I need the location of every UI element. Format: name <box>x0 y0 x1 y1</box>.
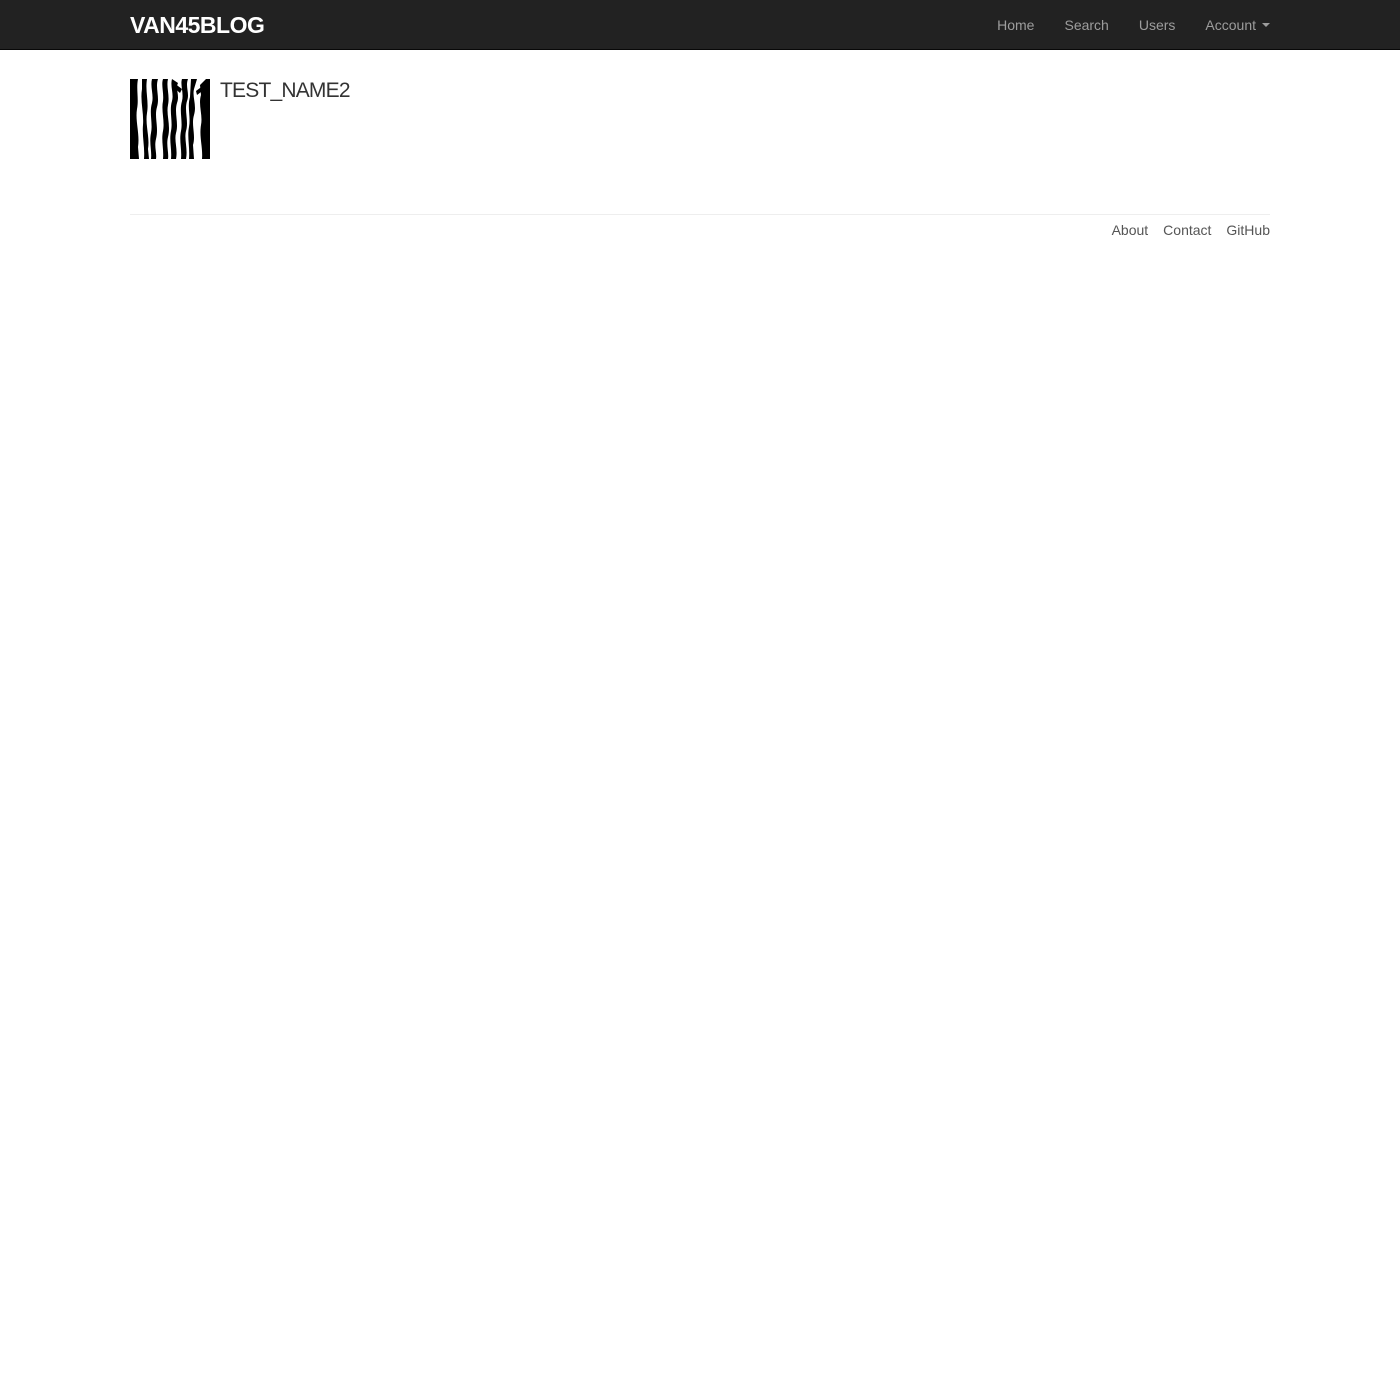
navbar-container: VAN45BLOG Home Search Users Account <box>130 0 1270 50</box>
nav-item-label: Home <box>997 17 1035 33</box>
footer-link-contact[interactable]: Contact <box>1163 222 1211 238</box>
profile-username: TEST_NAME2 <box>220 79 351 102</box>
nav-item-home[interactable]: Home <box>982 0 1049 50</box>
main-container: TEST_NAME2 About Contact GitHub <box>130 79 1270 238</box>
brand-link[interactable]: VAN45BLOG <box>130 0 265 50</box>
nav-menu: Home Search Users Account <box>982 0 1270 50</box>
nav-item-label: Search <box>1064 17 1109 33</box>
nav-item-users[interactable]: Users <box>1124 0 1191 50</box>
footer: About Contact GitHub <box>130 214 1270 238</box>
nav-item-label: Account <box>1205 17 1256 33</box>
footer-link-github[interactable]: GitHub <box>1226 222 1270 238</box>
nav-item-account-dropdown[interactable]: Account <box>1190 0 1270 50</box>
avatar <box>130 79 210 159</box>
nav-item-search[interactable]: Search <box>1049 0 1123 50</box>
nav-item-label: Users <box>1138 17 1176 33</box>
user-profile: TEST_NAME2 <box>130 79 1270 159</box>
footer-link-about[interactable]: About <box>1112 222 1149 238</box>
top-navbar: VAN45BLOG Home Search Users Account <box>0 0 1400 50</box>
caret-down-icon <box>1262 23 1270 27</box>
